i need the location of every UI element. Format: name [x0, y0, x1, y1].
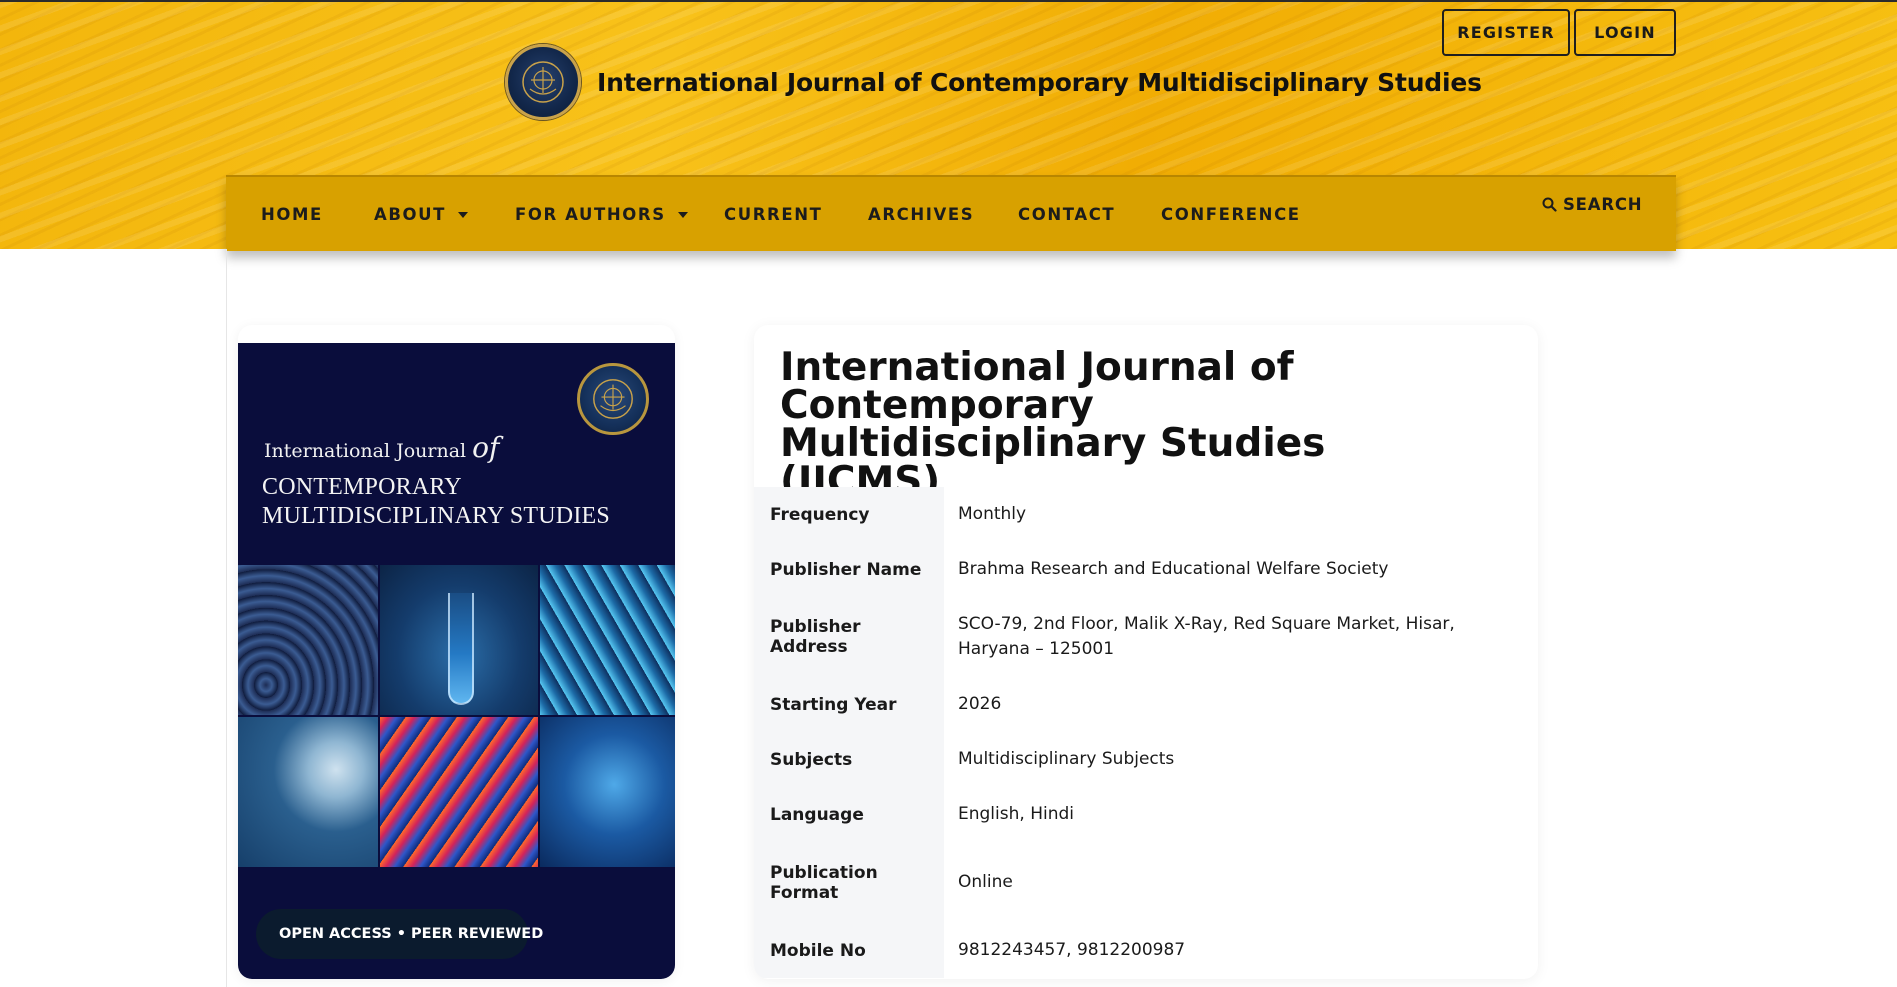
journal-logo[interactable] — [505, 44, 581, 120]
detail-key: Mobile No — [754, 923, 944, 978]
journal-info-card: International Journal of Contemporary Mu… — [754, 325, 1538, 979]
login-button[interactable]: LOGIN — [1574, 9, 1676, 56]
cover-image-mosaic — [238, 565, 675, 867]
table-row: Mobile No 9812243457, 9812200987 — [754, 923, 1538, 978]
detail-value: Brahma Research and Educational Welfare … — [958, 559, 1389, 579]
detail-value: SCO-79, 2nd Floor, Malik X-Ray, Red Squa… — [958, 614, 1455, 659]
journal-cover-image[interactable]: International Journal of CONTEMPORARY MUL… — [238, 343, 675, 979]
test-tube-icon — [448, 593, 474, 705]
detail-key: Starting Year — [754, 677, 944, 732]
search-icon — [1542, 197, 1557, 212]
nav-about-label: ABOUT — [374, 205, 447, 224]
cover-title-line3: MULTIDISCIPLINARY STUDIES — [262, 503, 610, 529]
detail-value: Online — [958, 872, 1013, 892]
nav-archives-label: ARCHIVES — [868, 205, 975, 224]
nav-home[interactable]: HOME — [261, 205, 323, 224]
nav-archives[interactable]: ARCHIVES — [868, 205, 974, 224]
detail-key: Frequency — [754, 487, 944, 542]
brand[interactable]: International Journal of Contemporary Mu… — [505, 44, 1482, 120]
nav-contact[interactable]: CONTACT — [1018, 205, 1115, 224]
nav-current[interactable]: CURRENT — [724, 205, 822, 224]
cover-title-line2: CONTEMPORARY — [262, 474, 462, 500]
site-title[interactable]: International Journal of Contemporary Mu… — [597, 68, 1482, 97]
detail-value: 9812243457, 9812200987 — [958, 940, 1186, 960]
cover-title-prefix: International Journal — [264, 440, 467, 462]
cover-title-main: CONTEMPORARY MULTIDISCIPLINARY STUDIES — [262, 473, 610, 531]
abstract-waves-image — [238, 565, 378, 715]
detail-key: Subjects — [754, 732, 944, 787]
neural-fibers-image — [380, 717, 538, 867]
detail-value: 2026 — [958, 694, 1002, 714]
nav-conference[interactable]: CONFERENCE — [1161, 205, 1301, 224]
table-row: Starting Year 2026 — [754, 677, 1538, 732]
table-row: Publication Format Online — [754, 842, 1538, 923]
site-header: International Journal of Contemporary Mu… — [0, 0, 1897, 251]
emblem-icon — [593, 379, 633, 419]
nav-contact-label: CONTACT — [1018, 205, 1116, 224]
journal-heading: International Journal of Contemporary Mu… — [780, 345, 1326, 504]
chevron-down-icon — [677, 211, 688, 218]
table-row: Publisher Name Brahma Research and Educa… — [754, 542, 1538, 597]
dna-helix-image — [540, 565, 675, 715]
nav-conference-label: CONFERENCE — [1161, 205, 1301, 224]
detail-key: Publication Format — [754, 842, 944, 923]
table-row: Subjects Multidisciplinary Subjects — [754, 732, 1538, 787]
nav-for-authors[interactable]: FOR AUTHORS — [515, 205, 688, 224]
nav-about[interactable]: ABOUT — [374, 205, 469, 224]
detail-key: Publisher Name — [754, 542, 944, 597]
main-navigation: HOME ABOUT FOR AUTHORS CURRENT ARCHIVES … — [226, 175, 1676, 251]
chevron-down-icon — [458, 211, 469, 218]
detail-value: English, Hindi — [958, 804, 1074, 824]
cover-emblem-icon — [577, 363, 649, 435]
detail-key: Language — [754, 787, 944, 842]
search-label: SEARCH — [1563, 195, 1643, 214]
nav-for-authors-label: FOR AUTHORS — [515, 205, 666, 224]
register-button[interactable]: REGISTER — [1442, 9, 1570, 56]
table-row: Language English, Hindi — [754, 787, 1538, 842]
open-access-badge: OPEN ACCESS • PEER REVIEWED — [256, 909, 543, 959]
cover-title-line1: International Journal of — [264, 431, 499, 464]
table-row: Frequency Monthly — [754, 487, 1538, 542]
world-map-image — [238, 717, 378, 867]
nav-current-label: CURRENT — [724, 205, 823, 224]
detail-value: Monthly — [958, 504, 1027, 524]
emblem-icon — [522, 61, 564, 103]
table-row: Publisher Address SCO-79, 2nd Floor, Mal… — [754, 597, 1538, 677]
nav-home-label: HOME — [261, 205, 323, 224]
cover-card: International Journal of CONTEMPORARY MUL… — [238, 325, 675, 979]
sidebar-divider — [226, 249, 227, 987]
network-particles-image — [540, 717, 675, 867]
search-link[interactable]: SEARCH — [1542, 195, 1642, 214]
journal-details-table: Frequency Monthly Publisher Name Brahma … — [754, 487, 1538, 978]
detail-value: Multidisciplinary Subjects — [958, 749, 1175, 769]
detail-key: Publisher Address — [754, 597, 944, 677]
cover-title-of: of — [472, 431, 500, 464]
